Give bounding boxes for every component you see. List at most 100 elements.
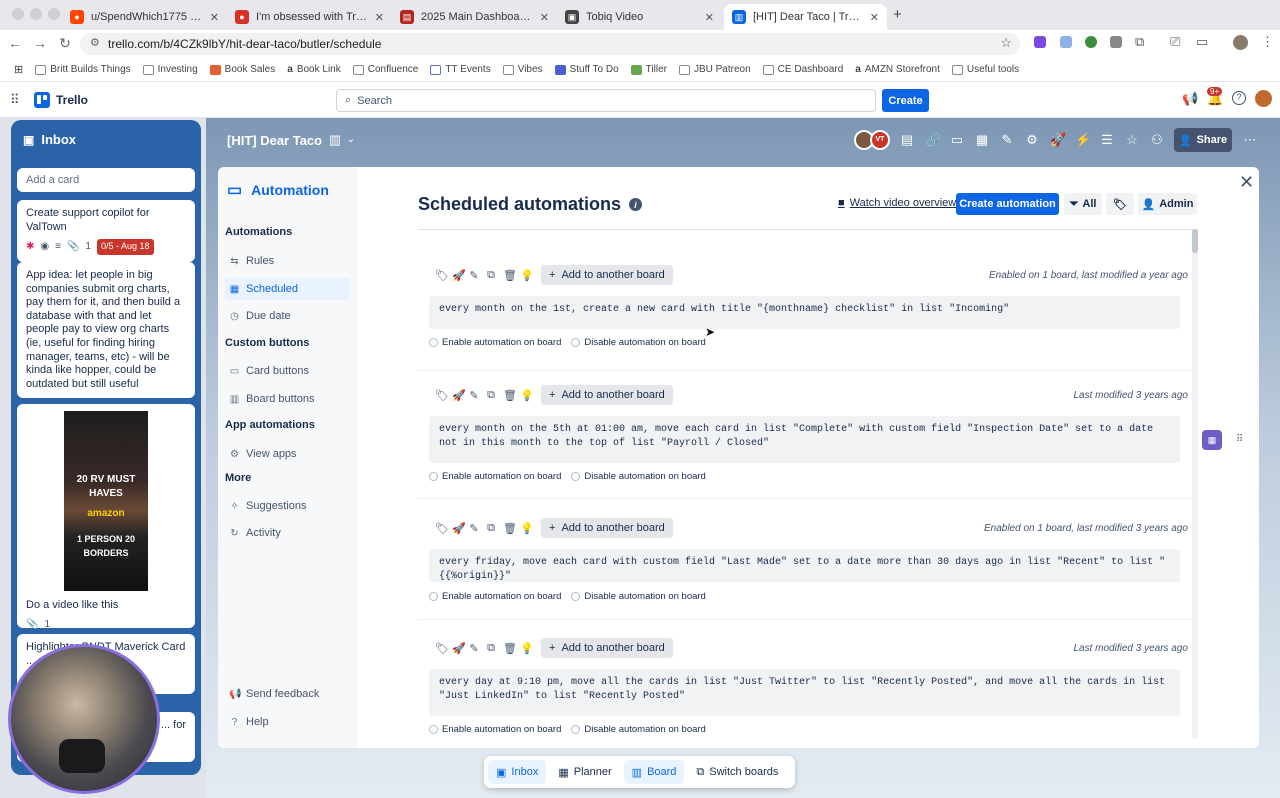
inbox-card[interactable]: Create support copilot for ValTown ✱ ◉ ≡… (17, 200, 195, 262)
sidebar-item-card-buttons[interactable]: ▭ Card buttons (225, 360, 350, 382)
edit-icon[interactable]: ✎ (469, 522, 479, 535)
sidepanel-icon[interactable]: ▭ (1196, 34, 1208, 50)
lightbulb-icon[interactable]: 💡 (520, 389, 534, 402)
search-input[interactable]: ⌕ Search (336, 89, 876, 112)
add-to-board-button[interactable]: + Add to another board (541, 385, 673, 405)
bookmark-item[interactable]: Book Sales (209, 64, 275, 75)
close-tab-icon[interactable]: ✕ (375, 11, 384, 24)
add-to-board-button[interactable]: + Add to another board (541, 638, 673, 658)
share-button[interactable]: 👤 Share (1174, 128, 1232, 152)
rocket-icon[interactable]: 🚀 (452, 389, 466, 402)
app-switcher-icon[interactable]: ⠿ (10, 92, 20, 108)
profile-avatar[interactable] (1233, 35, 1248, 50)
add-to-board-button[interactable]: + Add to another board (541, 518, 673, 538)
edit-icon[interactable]: ✎ (469, 269, 479, 282)
enable-radio[interactable]: Enable automation on board (429, 591, 561, 602)
drag-handle-icon[interactable]: ⠿ (1236, 434, 1243, 445)
window-minimize-dot[interactable] (30, 8, 42, 20)
window-zoom-dot[interactable] (48, 8, 60, 20)
rocket-icon[interactable]: 🚀 (452, 522, 466, 535)
star-icon[interactable]: ☆ (1125, 133, 1139, 147)
watch-video-link[interactable]: ■ Watch video overview (838, 197, 956, 209)
disable-radio[interactable]: Disable automation on board (571, 591, 706, 602)
sidebar-item-rules[interactable]: ⇆ Rules (225, 250, 350, 272)
tag-icon[interactable]: 🏷 (435, 642, 449, 655)
trello-logo[interactable]: Trello (34, 92, 88, 108)
scrollbar-thumb[interactable] (1192, 229, 1198, 253)
disable-radio[interactable]: Disable automation on board (571, 337, 706, 348)
tag-icon[interactable]: 🏷 (435, 522, 449, 535)
nav-planner[interactable]: ▦ Planner (550, 760, 619, 784)
tag-icon[interactable]: 🏷 (435, 389, 449, 402)
gear-icon[interactable]: ⚙ (1025, 133, 1039, 147)
browser-tab[interactable]: ▤ 2025 Main Dashboard | Tr ✕ (392, 4, 557, 30)
copy-icon[interactable]: ⧉ (486, 269, 496, 282)
label-filter-button[interactable]: 🏷 (1106, 193, 1134, 215)
megaphone-icon[interactable]: 📢 (1182, 91, 1198, 107)
sidebar-item-help[interactable]: ? Help (225, 711, 350, 733)
rocket-icon[interactable]: 🚀 (452, 642, 466, 655)
tag-icon[interactable]: 🏷 (435, 269, 449, 282)
add-card-input[interactable]: Add a card (17, 168, 195, 192)
copy-icon[interactable]: ⧉ (486, 389, 496, 402)
rocket-icon[interactable]: 🚀 (1050, 133, 1066, 147)
site-settings-icon[interactable]: ⚙ (90, 36, 100, 49)
member-avatar[interactable]: VT (870, 130, 890, 150)
bookmark-item[interactable]: JBU Patreon (678, 64, 751, 75)
nav-board[interactable]: ▥ Board (623, 760, 685, 784)
browser-tab[interactable]: ▣ Tobiq Video ✕ (557, 4, 722, 30)
menu-icon[interactable]: ⋮ (1261, 34, 1274, 50)
sidebar-item-suggestions[interactable]: ✧ Suggestions (225, 495, 350, 517)
bookmark-item[interactable]: TT Events (430, 64, 491, 75)
sidebar-item-board-buttons[interactable]: ▥ Board buttons (225, 388, 350, 410)
link-icon[interactable]: 🔗 (925, 133, 941, 147)
extension-icon[interactable] (1034, 36, 1046, 48)
calendar-icon[interactable]: ▦ (975, 133, 989, 147)
bookmark-item[interactable]: Investing (142, 64, 198, 75)
puzzle-icon[interactable]: ⧉ (1135, 34, 1144, 50)
filter-icon[interactable]: ☰ (1100, 133, 1114, 147)
trash-icon[interactable]: 🗑 (503, 642, 517, 655)
bookmark-item[interactable]: Vibes (502, 64, 543, 75)
bookmark-star-icon[interactable]: ☆ (1000, 35, 1012, 51)
visibility-icon[interactable]: ⚇ (1150, 133, 1164, 147)
admin-button[interactable]: 👤 Admin (1138, 193, 1197, 215)
edit-icon[interactable]: ✎ (469, 642, 479, 655)
forward-icon[interactable]: → (31, 35, 49, 51)
bookmark-item[interactable]: Stuff To Do (554, 64, 619, 75)
close-icon[interactable]: ✕ (1239, 172, 1254, 193)
help-icon[interactable]: ? (1232, 91, 1246, 105)
lightbulb-icon[interactable]: 💡 (520, 642, 534, 655)
extension-icon[interactable] (1085, 36, 1097, 48)
sidebar-item-scheduled[interactable]: ▦ Scheduled (225, 278, 350, 300)
browser-tab[interactable]: ● I'm obsessed with Trello and ✕ (227, 4, 392, 30)
nav-inbox[interactable]: ▣ Inbox (488, 760, 547, 784)
bookmark-item[interactable]: Tiller (630, 64, 667, 75)
close-tab-icon[interactable]: ✕ (870, 11, 879, 24)
sidebar-item-view-apps[interactable]: ⚙ View apps (225, 443, 350, 465)
url-field[interactable]: ⚙ trello.com/b/4CZk9lbY/hit-dear-taco/bu… (80, 33, 1020, 55)
create-automation-button[interactable]: Create automation (956, 193, 1059, 215)
lightbulb-icon[interactable]: 💡 (520, 269, 534, 282)
sidebar-item-activity[interactable]: ↻ Activity (225, 522, 350, 544)
copy-icon[interactable]: ⧉ (486, 642, 496, 655)
trash-icon[interactable]: 🗑 (503, 522, 517, 535)
rocket-icon[interactable]: 🚀 (452, 269, 466, 282)
enable-radio[interactable]: Enable automation on board (429, 471, 561, 482)
media-icon[interactable]: ⎚ (1170, 34, 1180, 50)
bookmark-item[interactable]: Confluence (352, 64, 418, 75)
sidebar-item-send-feedback[interactable]: 📢 Send feedback (225, 683, 350, 705)
info-icon[interactable]: i (629, 198, 643, 211)
trash-icon[interactable]: 🗑 (503, 269, 517, 282)
lightbulb-icon[interactable]: 💡 (520, 522, 534, 535)
close-tab-icon[interactable]: ✕ (705, 11, 714, 24)
sidebar-item-due-date[interactable]: ◷ Due date (225, 305, 350, 327)
board-title[interactable]: [HIT] Dear Taco (227, 133, 322, 148)
lightning-icon[interactable]: ⚡ (1075, 133, 1091, 147)
bookmark-item[interactable]: a Book Link (287, 64, 340, 75)
inbox-card[interactable]: 20 RV MUST HAVES amazon 1 PERSON 20 BORD… (17, 404, 195, 630)
bookmark-item[interactable]: Useful tools (951, 64, 1019, 75)
board-view-icon[interactable]: ▥ (328, 133, 342, 147)
user-avatar[interactable] (1255, 90, 1272, 107)
enable-radio[interactable]: Enable automation on board (429, 724, 561, 735)
